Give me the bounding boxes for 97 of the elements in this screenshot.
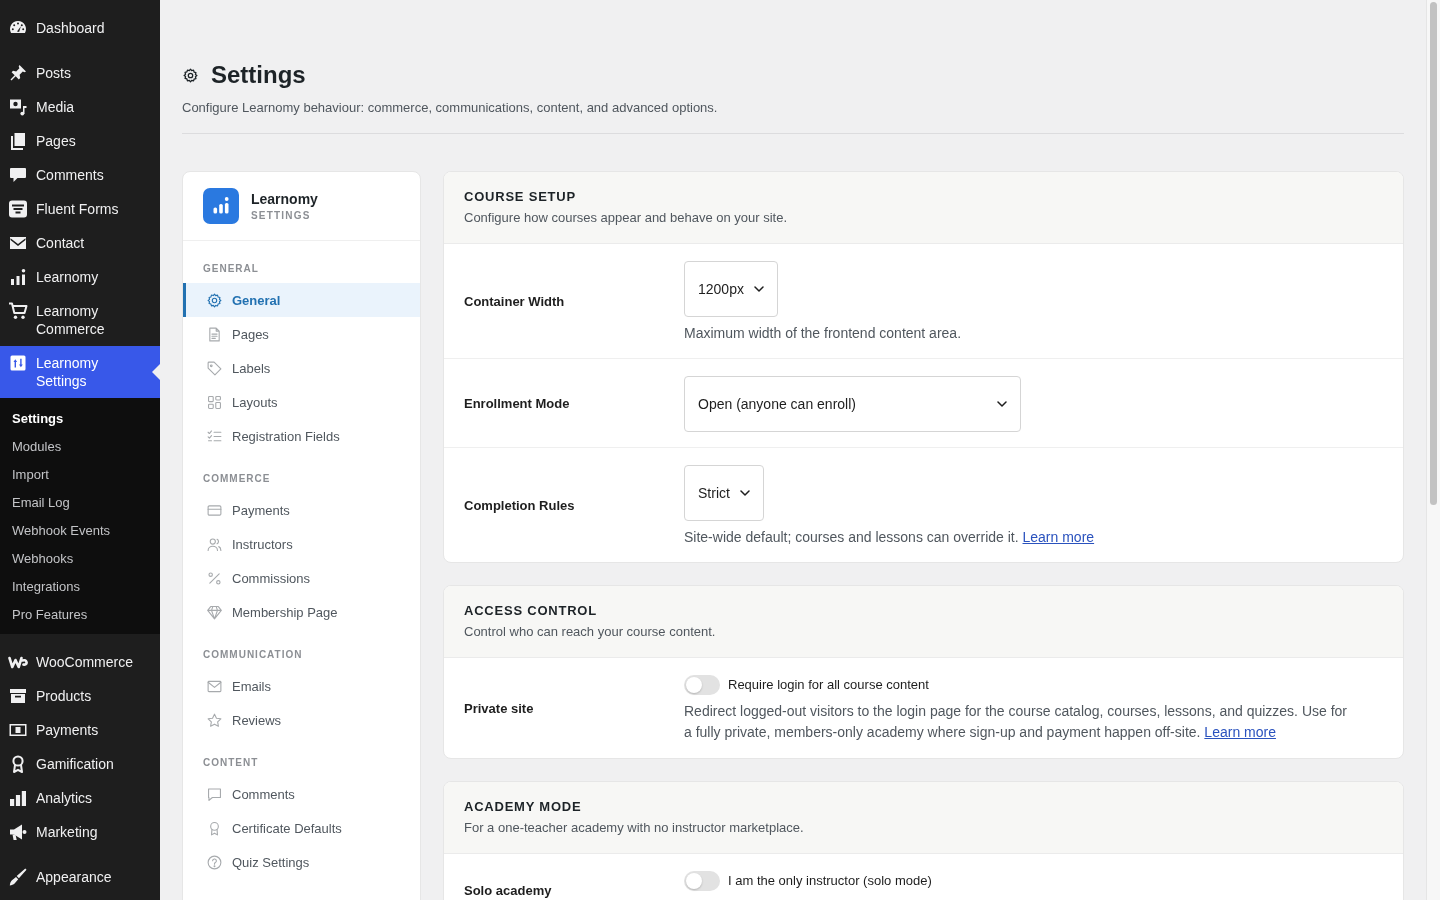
admin-menu-item[interactable]: Learnomy Commerce — [0, 294, 160, 346]
bar-chart-icon — [8, 267, 28, 287]
document-icon — [206, 325, 223, 343]
admin-menu-item[interactable]: Contact — [0, 226, 160, 260]
photo-note-icon — [8, 97, 28, 117]
section-description: Configure how courses appear and behave on your site. — [464, 209, 789, 227]
dropdown[interactable]: 1200px — [684, 261, 778, 317]
section-title: ACADEMY MODE — [464, 799, 583, 815]
admin-menu-item[interactable]: Fluent Forms — [0, 192, 160, 226]
submenu-item[interactable]: Integrations — [0, 573, 160, 601]
question-circle-icon — [206, 853, 223, 871]
field-label: Container Width — [464, 293, 566, 309]
admin-menu-item[interactable]: Comments — [0, 158, 160, 192]
nav-item[interactable]: General — [183, 283, 420, 317]
nav-item[interactable]: Reviews — [183, 703, 420, 737]
admin-menu-item[interactable]: Pages — [0, 124, 160, 158]
submenu-item[interactable]: Pro Features — [0, 601, 160, 629]
section-description: Control who can reach your course content. — [464, 623, 717, 641]
people-icon — [206, 535, 223, 553]
megaphone-icon — [8, 822, 28, 842]
cart-icon — [8, 301, 28, 321]
nav-item[interactable]: Emails — [183, 669, 420, 703]
admin-menu-item[interactable]: Posts — [0, 56, 160, 90]
admin-menu-item[interactable]: Gamification — [0, 747, 160, 781]
admin-menu-item[interactable]: Payments — [0, 713, 160, 747]
dropdown[interactable]: Open (anyone can enroll) — [684, 376, 1021, 432]
speech-bubble-icon — [206, 785, 223, 803]
admin-menu-item[interactable]: Learnomy — [0, 260, 160, 294]
admin-menu-item[interactable]: Dashboard — [0, 11, 160, 45]
archive-box-icon — [8, 686, 28, 706]
nav-section-heading: GENERAL — [202, 262, 260, 276]
help-text: Site-wide default; courses and lessons can override it. Learn more — [684, 528, 1096, 547]
nav-item[interactable]: Commissions — [183, 561, 420, 595]
chevron-down-icon — [753, 286, 764, 292]
form-lines-icon — [8, 199, 28, 219]
help-text: Redirect logged-out visitors to the login page for the course catalog, courses, lessons, and quizzes. Use for a fully private, members-only academy where sign-up and payment happen off-site. Learn more — [684, 702, 1349, 742]
page-title: Settings — [211, 60, 306, 90]
nav-item[interactable]: Instructors — [183, 527, 420, 561]
toggle-label: Require login for all course content — [728, 676, 929, 694]
bar-chart-icon — [8, 788, 28, 808]
section-title: ACCESS CONTROL — [464, 603, 598, 619]
percent-icon — [206, 569, 223, 587]
nav-item[interactable]: Payments — [183, 493, 420, 527]
brand-name: Learnomy — [251, 189, 318, 208]
field-label: Private site — [464, 700, 535, 716]
nav-item[interactable]: Comments — [183, 777, 420, 811]
admin-menu-item[interactable]: Appearance — [0, 860, 160, 894]
admin-menu-item[interactable]: WooCommerce — [0, 645, 160, 679]
diamond-icon — [206, 603, 223, 621]
nav-item[interactable]: Layouts — [183, 385, 420, 419]
documents-icon — [8, 131, 28, 151]
page-description: Configure Learnomy behaviour: commerce, communications, content, and advanced options. — [182, 99, 719, 117]
grid-icon — [206, 393, 223, 411]
chevron-down-icon — [739, 490, 750, 496]
nav-item[interactable]: Quiz Settings — [183, 845, 420, 879]
submenu-item[interactable]: Webhook Events — [0, 517, 160, 545]
admin-menu-item[interactable]: Products — [0, 679, 160, 713]
nav-section-heading: COMMUNICATION — [202, 648, 304, 662]
gear-icon — [206, 291, 223, 309]
star-icon — [206, 711, 223, 729]
nav-section-heading: CONTENT — [202, 756, 260, 770]
submenu-item[interactable]: Email Log — [0, 489, 160, 517]
learn-more-link[interactable]: Learn more — [1022, 529, 1095, 545]
section-title: COURSE SETUP — [464, 189, 577, 205]
up-down-arrows-icon — [8, 353, 28, 373]
field-label: Completion Rules — [464, 497, 576, 513]
toggle-switch[interactable] — [684, 675, 720, 695]
nav-item[interactable]: Pages — [183, 317, 420, 351]
tag-icon — [206, 359, 223, 377]
admin-menu-item[interactable]: Learnomy Settings — [0, 346, 160, 398]
learn-more-link[interactable]: Learn more — [1204, 724, 1276, 740]
paintbrush-icon — [8, 867, 28, 887]
nav-item[interactable]: Certificate Defaults — [183, 811, 420, 845]
nav-item[interactable]: Labels — [183, 351, 420, 385]
nav-item[interactable]: Registration Fields — [183, 419, 420, 453]
nav-item[interactable]: Membership Page — [183, 595, 420, 629]
section-description: For a one-teacher academy with no instructor marketplace. — [464, 819, 805, 837]
field-label: Solo academy — [464, 882, 553, 898]
toggle-switch[interactable] — [684, 871, 720, 891]
chart-logo-icon — [203, 188, 239, 224]
admin-menu-item[interactable]: Media — [0, 90, 160, 124]
submenu-item[interactable]: Import — [0, 461, 160, 489]
field-label: Enrollment Mode — [464, 395, 571, 411]
help-text: Maximum width of the frontend content area. — [684, 324, 963, 343]
pushpin-icon — [8, 63, 28, 83]
dropdown[interactable]: Strict — [684, 465, 764, 521]
submenu-item[interactable]: Modules — [0, 433, 160, 461]
nav-section-heading: COMMERCE — [202, 472, 272, 486]
admin-menu-item[interactable]: Marketing — [0, 815, 160, 849]
admin-menu-item[interactable]: Analytics — [0, 781, 160, 815]
scrollbar-thumb[interactable] — [1430, 2, 1437, 505]
gear-icon — [182, 66, 199, 84]
toggle-label: I am the only instructor (solo mode) — [728, 872, 932, 890]
brand-subtitle: SETTINGS — [251, 208, 312, 223]
submenu-item[interactable]: Settings — [0, 405, 160, 433]
chevron-down-icon — [997, 401, 1007, 407]
submenu-item[interactable]: Webhooks — [0, 545, 160, 573]
